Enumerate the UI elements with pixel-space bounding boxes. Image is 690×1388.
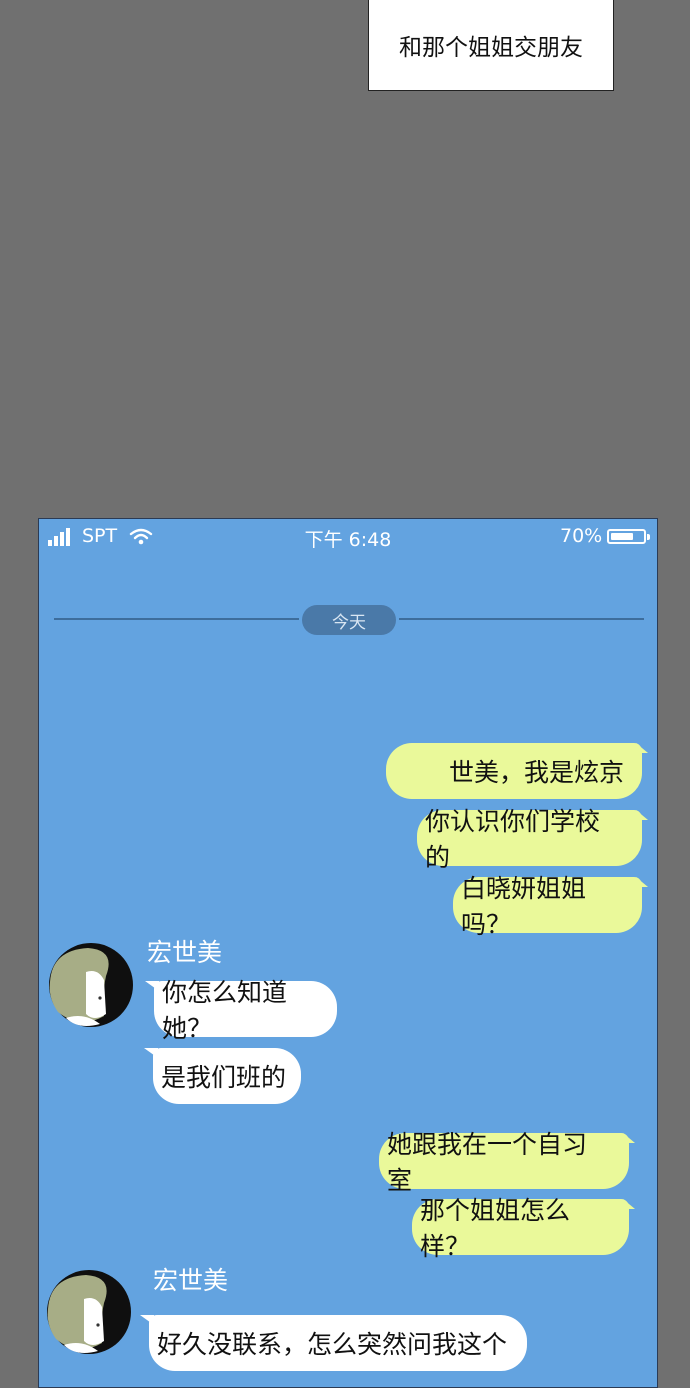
caption-text: 和那个姐姐交朋友	[399, 35, 583, 61]
message-bubble-outgoing[interactable]: 你认识你们学校的	[417, 807, 648, 872]
caption-box: 和那个姐姐交朋友	[368, 0, 614, 91]
message-bubble-incoming[interactable]: 好久没联系，怎么突然问我这个	[140, 1315, 527, 1371]
status-bar: SPT 下午 6:48 70%	[39, 519, 657, 555]
message-text: 白晓妍姐姐吗？	[461, 874, 587, 939]
message-text: 世美，我是炫京	[448, 758, 624, 787]
message-text: 她跟我在一个自习室	[387, 1130, 588, 1195]
battery-icon	[607, 529, 646, 544]
chat-screen: SPT 下午 6:48 70% 今天 世美，我是炫京 你认识你们学校的 白晓妍姐…	[38, 518, 658, 1388]
message-text: 那个姐姐怎么样？	[420, 1196, 571, 1261]
date-divider-left	[54, 618, 299, 620]
sender-name: 宏世美	[153, 1266, 229, 1295]
battery-tip	[647, 534, 650, 540]
message-bubble-outgoing[interactable]: 世美，我是炫京	[386, 743, 648, 799]
message-bubble-outgoing[interactable]: 她跟我在一个自习室	[379, 1130, 635, 1195]
message-text: 好久没联系，怎么突然问我这个	[157, 1330, 508, 1359]
contact-avatar[interactable]	[46, 1269, 132, 1355]
message-bubble-outgoing[interactable]: 那个姐姐怎么样？	[412, 1196, 635, 1261]
sender-name: 宏世美	[147, 938, 223, 967]
contact-avatar[interactable]	[48, 942, 134, 1028]
message-text: 你认识你们学校的	[425, 807, 601, 872]
date-label: 今天	[302, 605, 396, 635]
date-divider-right	[399, 618, 644, 620]
message-bubble-incoming[interactable]: 你怎么知道她？	[145, 978, 337, 1043]
date-label-text: 今天	[332, 612, 366, 633]
message-bubble-outgoing[interactable]: 白晓妍姐姐吗？	[453, 874, 648, 939]
battery-level	[611, 533, 633, 540]
message-text: 是我们班的	[161, 1063, 287, 1092]
message-bubble-incoming[interactable]: 是我们班的	[144, 1048, 301, 1104]
battery-percent: 70%	[560, 525, 603, 547]
message-text: 你怎么知道她？	[162, 978, 288, 1043]
